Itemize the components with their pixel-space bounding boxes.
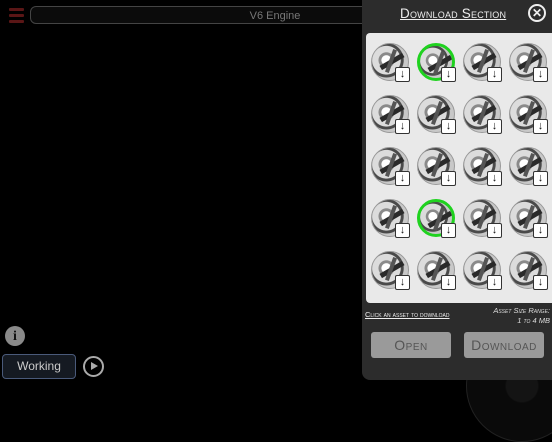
asset-thumbnail[interactable]: ↓	[371, 251, 410, 290]
size-range-value: 1 to 4 MB	[517, 316, 550, 325]
working-button[interactable]: Working	[2, 354, 76, 379]
download-icon[interactable]: ↓	[441, 67, 456, 82]
download-icon[interactable]: ↓	[441, 223, 456, 238]
asset-thumbnail[interactable]: ↓	[463, 199, 502, 238]
download-hint: Click an asset to download	[365, 310, 450, 319]
play-icon[interactable]	[83, 356, 104, 377]
panel-title: Download Section	[400, 6, 507, 21]
asset-thumbnail[interactable]: ↓	[371, 43, 410, 82]
download-icon[interactable]: ↓	[487, 171, 502, 186]
close-icon[interactable]: ✕	[528, 4, 546, 22]
asset-thumbnail[interactable]: ↓	[371, 199, 410, 238]
asset-thumbnail[interactable]: ↓	[417, 199, 456, 238]
info-icon[interactable]: i	[5, 326, 25, 346]
size-range-label: Asset Size Range:	[493, 306, 550, 315]
asset-thumbnail[interactable]: ↓	[463, 147, 502, 186]
download-panel: Download Section ✕ ↓ ↓ ↓ ↓ ↓ ↓ ↓ ↓ ↓ ↓ ↓ ↓ ↓ ↓ ↓ ↓ ↓ ↓ ↓ ↓ …	[362, 0, 552, 380]
download-icon[interactable]: ↓	[533, 223, 548, 238]
asset-thumbnail[interactable]: ↓	[417, 43, 456, 82]
download-icon[interactable]: ↓	[441, 171, 456, 186]
download-icon[interactable]: ↓	[533, 67, 548, 82]
asset-size-range: Asset Size Range: 1 to 4 MB	[493, 306, 550, 326]
download-icon[interactable]: ↓	[533, 171, 548, 186]
download-icon[interactable]: ↓	[395, 67, 410, 82]
download-icon[interactable]: ↓	[487, 119, 502, 134]
asset-thumbnail[interactable]: ↓	[417, 147, 456, 186]
asset-thumbnail[interactable]: ↓	[509, 95, 548, 134]
download-icon[interactable]: ↓	[487, 223, 502, 238]
download-icon[interactable]: ↓	[395, 171, 410, 186]
asset-thumbnail[interactable]: ↓	[371, 95, 410, 134]
open-button[interactable]: Open	[371, 332, 451, 358]
asset-thumbnail[interactable]: ↓	[509, 199, 548, 238]
asset-thumbnail[interactable]: ↓	[509, 147, 548, 186]
download-button[interactable]: Download	[464, 332, 544, 358]
asset-grid: ↓ ↓ ↓ ↓ ↓ ↓ ↓ ↓ ↓ ↓ ↓ ↓ ↓ ↓ ↓ ↓ ↓ ↓ ↓ ↓	[366, 33, 552, 303]
download-icon[interactable]: ↓	[395, 223, 410, 238]
download-icon[interactable]: ↓	[395, 275, 410, 290]
asset-thumbnail[interactable]: ↓	[463, 95, 502, 134]
download-icon[interactable]: ↓	[441, 119, 456, 134]
asset-thumbnail[interactable]: ↓	[509, 251, 548, 290]
download-icon[interactable]: ↓	[487, 275, 502, 290]
asset-thumbnail[interactable]: ↓	[463, 251, 502, 290]
download-icon[interactable]: ↓	[533, 275, 548, 290]
download-icon[interactable]: ↓	[441, 275, 456, 290]
asset-thumbnail[interactable]: ↓	[371, 147, 410, 186]
download-icon[interactable]: ↓	[533, 119, 548, 134]
asset-thumbnail[interactable]: ↓	[509, 43, 548, 82]
menu-icon[interactable]	[9, 8, 24, 23]
download-icon[interactable]: ↓	[395, 119, 410, 134]
download-icon[interactable]: ↓	[487, 67, 502, 82]
asset-thumbnail[interactable]: ↓	[463, 43, 502, 82]
asset-thumbnail[interactable]: ↓	[417, 251, 456, 290]
asset-thumbnail[interactable]: ↓	[417, 95, 456, 134]
